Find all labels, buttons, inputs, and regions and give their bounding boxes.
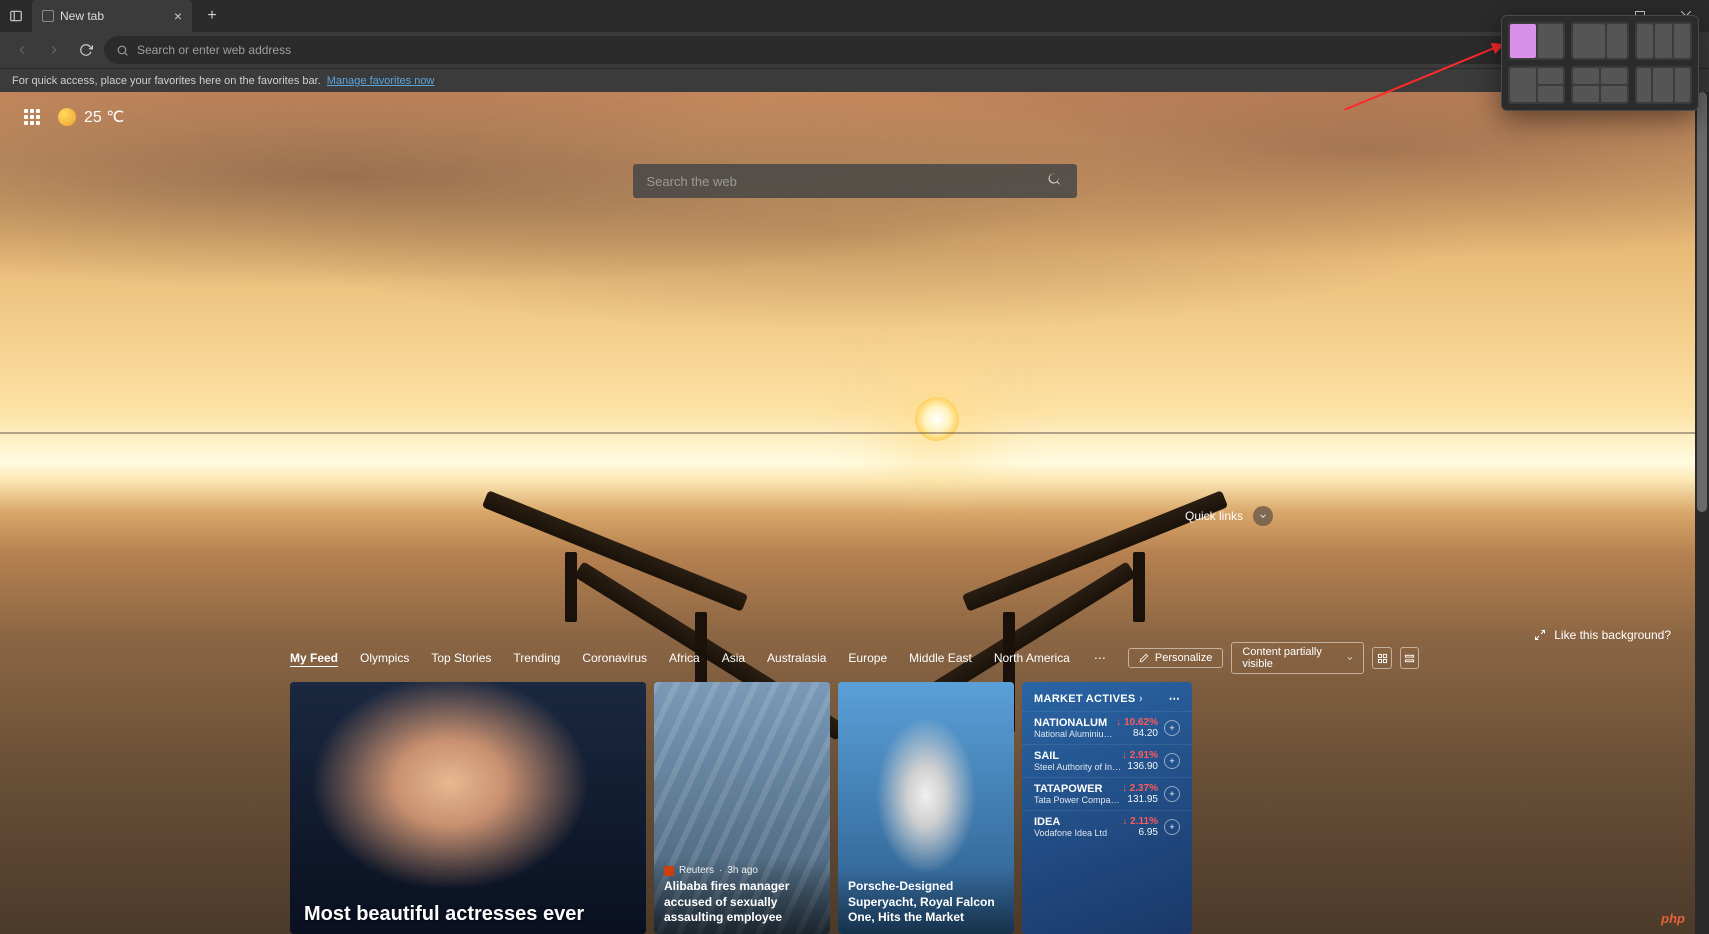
chevron-down-icon <box>1253 506 1273 526</box>
card-title: Porsche-Designed Superyacht, Royal Falco… <box>848 879 1004 926</box>
feed-tab-trending[interactable]: Trending <box>513 651 560 665</box>
market-row[interactable]: NATIONALUMNational Aluminium Co Ltd ↓ 10… <box>1022 711 1192 744</box>
feed-nav: My Feed Olympics Top Stories Trending Co… <box>290 642 1419 674</box>
feed-cards: Most beautiful actresses ever Reuters·3h… <box>290 682 1419 934</box>
feed-tab-coronavirus[interactable]: Coronavirus <box>582 651 647 665</box>
like-background-label: Like this background? <box>1554 628 1671 642</box>
new-tab-content: 25 ℃ Quick links Like this background? M… <box>0 92 1709 934</box>
address-bar[interactable]: Search or enter web address <box>104 36 1629 64</box>
browser-tab[interactable]: New tab × <box>32 0 192 32</box>
market-more-icon[interactable]: ⋯ <box>1169 692 1180 705</box>
weather-widget[interactable]: 25 ℃ <box>58 107 124 127</box>
snap-layout-3[interactable] <box>1635 22 1692 60</box>
forward-button[interactable] <box>40 36 68 64</box>
add-watchlist-icon[interactable]: + <box>1164 819 1180 835</box>
tab-actions-button[interactable] <box>0 0 32 32</box>
feed-tab-australasia[interactable]: Australasia <box>767 651 826 665</box>
pencil-icon <box>1139 653 1149 663</box>
tab-favicon <box>42 10 54 22</box>
web-search-box[interactable] <box>633 164 1077 198</box>
address-placeholder: Search or enter web address <box>137 43 291 57</box>
snap-layout-6[interactable] <box>1635 66 1692 104</box>
feed-tab-middleeast[interactable]: Middle East <box>909 651 972 665</box>
close-tab-button[interactable]: × <box>174 8 182 24</box>
weather-temp: 25 ℃ <box>84 107 124 127</box>
watermark: php <box>1661 911 1685 926</box>
feed-tab-africa[interactable]: Africa <box>669 651 700 665</box>
search-icon <box>116 44 129 57</box>
feed-tab-asia[interactable]: Asia <box>722 651 745 665</box>
snap-layout-2[interactable] <box>1571 22 1628 60</box>
personalize-button[interactable]: Personalize <box>1128 648 1223 668</box>
feed-tab-more[interactable]: ⋯ <box>1094 651 1106 665</box>
snap-layouts-flyout <box>1501 15 1699 111</box>
chevron-down-icon <box>1346 654 1354 663</box>
favorites-message: For quick access, place your favorites h… <box>12 75 321 87</box>
apps-grid-button[interactable] <box>24 109 40 125</box>
market-row[interactable]: SAILSteel Authority of India Ltd ↓ 2.91%… <box>1022 744 1192 777</box>
new-tab-button[interactable]: + <box>198 2 226 30</box>
market-row[interactable]: IDEAVodafone Idea Ltd ↓ 2.11%6.95 + <box>1022 810 1192 843</box>
expand-icon <box>1534 629 1546 641</box>
back-button[interactable] <box>8 36 36 64</box>
card-title: Alibaba fires manager accused of sexuall… <box>664 879 820 926</box>
web-search-input[interactable] <box>647 174 1047 189</box>
search-submit-button[interactable] <box>1047 171 1063 192</box>
layout-grid-button[interactable] <box>1372 647 1391 669</box>
refresh-button[interactable] <box>72 36 100 64</box>
layout-list-button[interactable] <box>1400 647 1419 669</box>
snap-layout-1[interactable] <box>1508 22 1565 60</box>
feed-tab-europe[interactable]: Europe <box>848 651 887 665</box>
news-card-3[interactable]: Porsche-Designed Superyacht, Royal Falco… <box>838 682 1014 934</box>
market-row[interactable]: TATAPOWERTata Power Company Ltd ↓ 2.37%1… <box>1022 777 1192 810</box>
market-card[interactable]: MARKET ACTIVES › ⋯ NATIONALUMNational Al… <box>1022 682 1192 934</box>
feed-tab-northamerica[interactable]: North America <box>994 651 1070 665</box>
feed-tab-olympics[interactable]: Olympics <box>360 651 409 665</box>
tab-title: New tab <box>60 9 104 23</box>
quick-links-toggle[interactable]: Quick links <box>1185 506 1273 526</box>
sun-icon <box>58 108 76 126</box>
feed-tab-topstories[interactable]: Top Stories <box>431 651 491 665</box>
favorites-bar: For quick access, place your favorites h… <box>0 68 1709 92</box>
feed-tab-myfeed[interactable]: My Feed <box>290 651 338 665</box>
news-card-1[interactable]: Most beautiful actresses ever <box>290 682 646 934</box>
add-watchlist-icon[interactable]: + <box>1164 753 1180 769</box>
scrollbar-thumb[interactable] <box>1697 92 1707 512</box>
quick-links-label: Quick links <box>1185 509 1243 523</box>
market-header: MARKET ACTIVES › <box>1034 693 1143 705</box>
news-card-2[interactable]: Reuters·3h ago Alibaba fires manager acc… <box>654 682 830 934</box>
like-background[interactable]: Like this background? <box>1534 628 1671 642</box>
visibility-dropdown[interactable]: Content partially visible <box>1231 642 1364 674</box>
card-title: Most beautiful actresses ever <box>304 903 632 926</box>
add-watchlist-icon[interactable]: + <box>1164 786 1180 802</box>
snap-layout-4[interactable] <box>1508 66 1565 104</box>
card-source: Reuters·3h ago <box>664 865 820 876</box>
snap-layout-5[interactable] <box>1571 66 1628 104</box>
add-watchlist-icon[interactable]: + <box>1164 720 1180 736</box>
scrollbar[interactable] <box>1695 92 1709 934</box>
titlebar: New tab × + <box>0 0 1709 32</box>
toolbar: Search or enter web address <box>0 32 1709 68</box>
manage-favorites-link[interactable]: Manage favorites now <box>327 75 435 87</box>
